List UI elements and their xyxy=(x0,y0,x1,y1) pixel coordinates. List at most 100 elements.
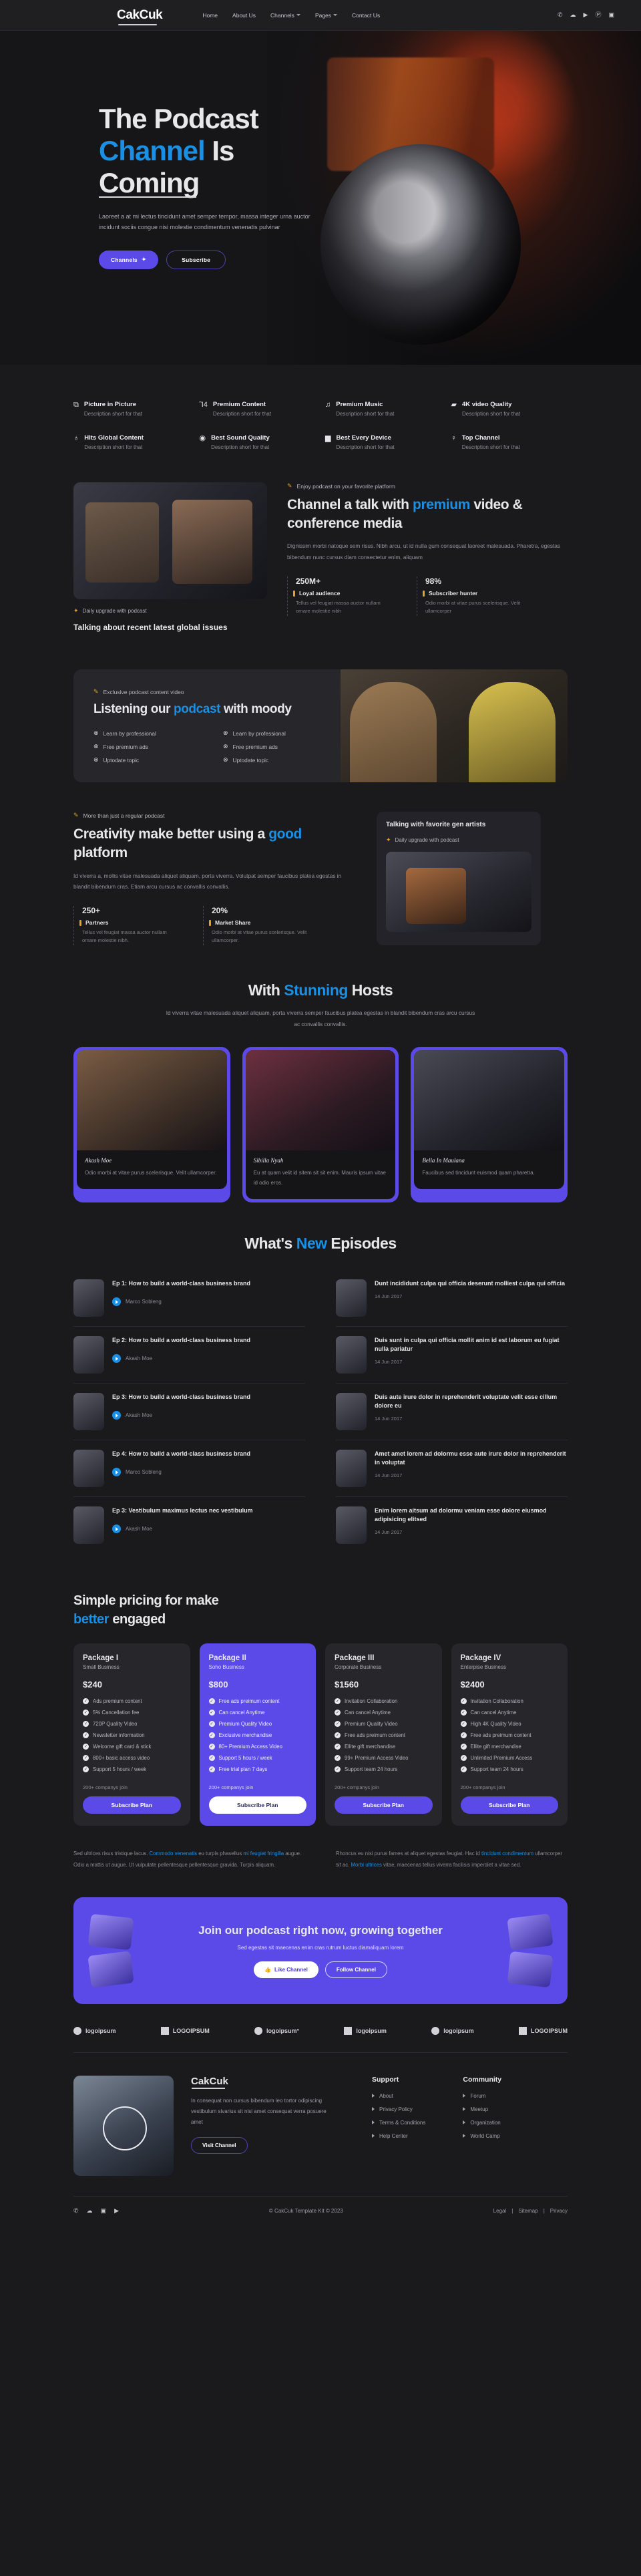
pricing-plan-card: Package I Small Business $240 ✓ Ads premium … xyxy=(73,1643,190,1826)
footer-social-icon-1[interactable]: ☁ xyxy=(87,2207,93,2215)
footer-social-icon-3[interactable]: ▶ xyxy=(114,2207,119,2215)
footer-social-icons: ✆ ☁ ▣ ▶ xyxy=(73,2207,119,2215)
episode-body: Duis aute irure dolor in reprehenderit v… xyxy=(375,1393,568,1430)
plan-feature-label: Can cancel Anytime xyxy=(345,1710,391,1716)
logo-square-icon xyxy=(344,2026,353,2035)
channels-button[interactable]: Channels ✦ xyxy=(99,250,159,269)
nav-link-contact-us[interactable]: Contact Us xyxy=(352,12,380,19)
footer-brand[interactable]: CakCuk xyxy=(191,2076,228,2089)
nav-link-pages[interactable]: Pages xyxy=(315,12,338,19)
plan-feature-label: Invitation Collaboration xyxy=(345,1698,398,1705)
subscribe-plan-button[interactable]: Subscribe Plan xyxy=(83,1796,181,1814)
youtube-icon[interactable]: ▶ xyxy=(584,12,588,18)
play-icon[interactable] xyxy=(112,1524,121,1534)
visit-channel-button[interactable]: Visit Channel xyxy=(191,2136,248,2154)
feature-desc: Description short for that xyxy=(336,411,395,417)
instagram-icon[interactable]: ▣ xyxy=(608,12,614,18)
episode-row[interactable]: Ep 2: How to build a world-class busines… xyxy=(73,1327,305,1384)
play-icon[interactable] xyxy=(112,1468,121,1477)
picture-in-picture-icon: ⧉ xyxy=(73,401,79,409)
brand-logo[interactable]: CakCuk xyxy=(117,8,163,25)
nav-link-about-us[interactable]: About Us xyxy=(232,12,256,19)
subscribe-plan-button[interactable]: Subscribe Plan xyxy=(335,1796,433,1814)
episode-row[interactable]: Ep 4: How to build a world-class busines… xyxy=(73,1440,305,1497)
logo-square-icon xyxy=(518,2026,527,2035)
episode-thumbnail xyxy=(73,1392,104,1430)
episode-title: Ep 2: How to build a world-class busines… xyxy=(112,1336,251,1343)
episode-row[interactable]: Ep 3: How to build a world-class busines… xyxy=(73,1384,305,1440)
subscribe-plan-button[interactable]: Subscribe Plan xyxy=(208,1796,306,1814)
footer-link-item[interactable]: World Camp xyxy=(463,2133,501,2139)
footer-link-item[interactable]: About xyxy=(372,2093,425,2099)
inline-link[interactable]: tincidunt condimentum xyxy=(481,1850,533,1857)
host-card[interactable]: Akash Moe Odio morbi at vitae purus scele… xyxy=(73,1047,230,1202)
footer-social-icon-0[interactable]: ✆ xyxy=(73,2207,79,2215)
footer-column-community: Community Forum Meetup Organization World C… xyxy=(463,2076,501,2176)
feature-text: Premium Music Description short for that xyxy=(336,401,394,417)
nav-link-home[interactable]: Home xyxy=(202,12,218,19)
play-icon[interactable] xyxy=(112,1411,121,1420)
check-icon: ✓ xyxy=(460,1721,467,1728)
follow-channel-button[interactable]: Follow Channel xyxy=(325,1961,387,1978)
twitter-icon[interactable]: ✆ xyxy=(558,12,563,18)
subscribe-button[interactable]: Subscribe xyxy=(166,250,226,269)
footer-legal-link[interactable]: Legal xyxy=(493,2208,507,2214)
title-accent: better xyxy=(73,1611,110,1627)
play-icon[interactable] xyxy=(112,1354,121,1363)
inline-link[interactable]: Commodo venenatis xyxy=(150,1850,198,1857)
play-icon[interactable] xyxy=(112,1297,121,1307)
plan-feature-item: ✓ Ellite gift merchandise xyxy=(335,1744,433,1750)
episode-row[interactable]: Ep 1: How to build a world-class busines… xyxy=(73,1270,305,1327)
episode-row[interactable]: Dunt incididunt culpa qui officia deseru… xyxy=(336,1270,568,1327)
footer-link-item[interactable]: Privacy Policy xyxy=(372,2106,425,2112)
episode-title: Dunt incididunt culpa qui officia deseru… xyxy=(375,1279,566,1287)
footer-link-label: About xyxy=(379,2092,393,2099)
plan-feature-label: Ellite gift merchandise xyxy=(470,1744,521,1750)
soundcloud-icon[interactable]: ☁ xyxy=(570,12,576,18)
plan-feature-item: ✓ Support team 24 hours xyxy=(335,1766,433,1773)
footer-support-links: About Privacy Policy Terms & Conditions Hel… xyxy=(372,2093,425,2139)
inline-link[interactable]: mi feugiat fringilla xyxy=(243,1850,284,1857)
footer-legal-link[interactable]: Sitemap xyxy=(518,2208,538,2214)
episode-meta: Akash Moe xyxy=(112,1524,253,1534)
episode-thumbnail xyxy=(73,1506,104,1544)
footer-link-item[interactable]: Help Center xyxy=(372,2133,425,2139)
episode-row[interactable]: Enim lorem aitsum ad dolormu veniam esse… xyxy=(336,1497,568,1553)
host-card[interactable]: Sibilla Nyah Eu at quam velit id sitem si… xyxy=(242,1047,399,1202)
nav-link-channels[interactable]: Channels xyxy=(270,12,300,19)
episode-author: Akash Moe xyxy=(126,1355,153,1362)
footer-link-item[interactable]: Forum xyxy=(463,2093,501,2099)
plan-feature-item: ✓ Can cancel Anytime xyxy=(460,1710,559,1716)
footer-top: CakCuk In consequat non cursus bibendum … xyxy=(73,2052,568,2176)
footer-link-item[interactable]: Organization xyxy=(463,2120,501,2126)
feature-item: ♫ Premium Music Description short for that xyxy=(325,401,442,417)
episode-row[interactable]: Duis sunt in culpa qui officia mollit an… xyxy=(336,1327,568,1384)
footer-link-item[interactable]: Meetup xyxy=(463,2106,501,2112)
plan-feature-item: ✓ Newsletter information xyxy=(83,1732,181,1739)
episode-row[interactable]: Ep 3: Vestibulum maximus lectus nec vest… xyxy=(73,1497,305,1553)
feature-title: Picture in Picture xyxy=(83,401,136,408)
feature-title: Premium Content xyxy=(212,401,266,408)
footer-social-icon-2[interactable]: ▣ xyxy=(101,2207,107,2215)
title-accent: podcast xyxy=(174,702,221,716)
title-part-1: Simple pricing for make xyxy=(73,1593,219,1608)
episode-row[interactable]: Duis aute irure dolor in reprehenderit v… xyxy=(336,1384,568,1440)
stat-desc: Odio morbi at vitae purus scelerisque. V… xyxy=(425,599,521,615)
episode-row[interactable]: Amet amet lorem ad dolormu esse aute iru… xyxy=(336,1440,568,1497)
inline-link[interactable]: Morbi ultrices xyxy=(351,1862,382,1868)
like-channel-label: Like Channel xyxy=(274,1966,308,1973)
pinterest-icon[interactable]: Ⓟ xyxy=(595,12,601,18)
plan-join-count: 200+ companys join xyxy=(83,1784,128,1791)
footer-link-item[interactable]: Terms & Conditions xyxy=(372,2120,425,2126)
like-channel-button[interactable]: 👍 Like Channel xyxy=(254,1961,318,1978)
title-part-1: With xyxy=(248,981,284,999)
plan-feature-label: 80+ Premium Access Video xyxy=(218,1744,282,1750)
footer-legal-link[interactable]: Privacy xyxy=(550,2208,568,2214)
plan-feature-item: ✓ Exclusive merchandise xyxy=(208,1732,307,1739)
cta-buttons: 👍 Like Channel Follow Channel xyxy=(143,1961,498,1978)
partner-logo-label: logoipsum xyxy=(356,2027,387,2034)
subscribe-plan-button[interactable]: Subscribe Plan xyxy=(460,1796,558,1814)
host-card[interactable]: Bella In Maulana Faucibus sed tincidunt e… xyxy=(411,1047,568,1202)
check-label: Uptodate topic xyxy=(232,756,269,764)
episode-body: Ep 1: How to build a world-class busines… xyxy=(112,1279,250,1317)
